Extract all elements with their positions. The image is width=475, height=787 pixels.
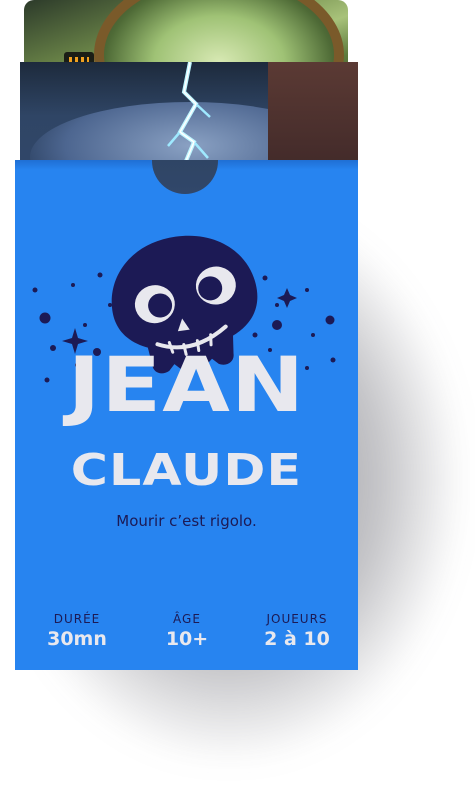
- stat-players-label: JOUEURS: [266, 612, 328, 626]
- stat-players-value: 2 à 10: [264, 628, 330, 650]
- game-title-line1: JEAN: [67, 340, 306, 429]
- stat-age: ÂGE 10+: [137, 612, 237, 650]
- stat-age-label: ÂGE: [173, 612, 201, 626]
- stat-players: JOUEURS 2 à 10: [247, 612, 347, 650]
- tagline: Mourir c’est rigolo.: [116, 512, 257, 530]
- stat-duration-label: DURÉE: [53, 612, 101, 626]
- game-title-line2: CLAUDE: [70, 445, 303, 496]
- stat-duration: DURÉE 30mn: [27, 612, 127, 650]
- stat-age-value: 10+: [165, 628, 209, 650]
- stat-duration-value: 30mn: [47, 628, 107, 650]
- game-stats: DURÉE 30mn ÂGE 10+ JOUEURS 2 à 10: [22, 612, 352, 650]
